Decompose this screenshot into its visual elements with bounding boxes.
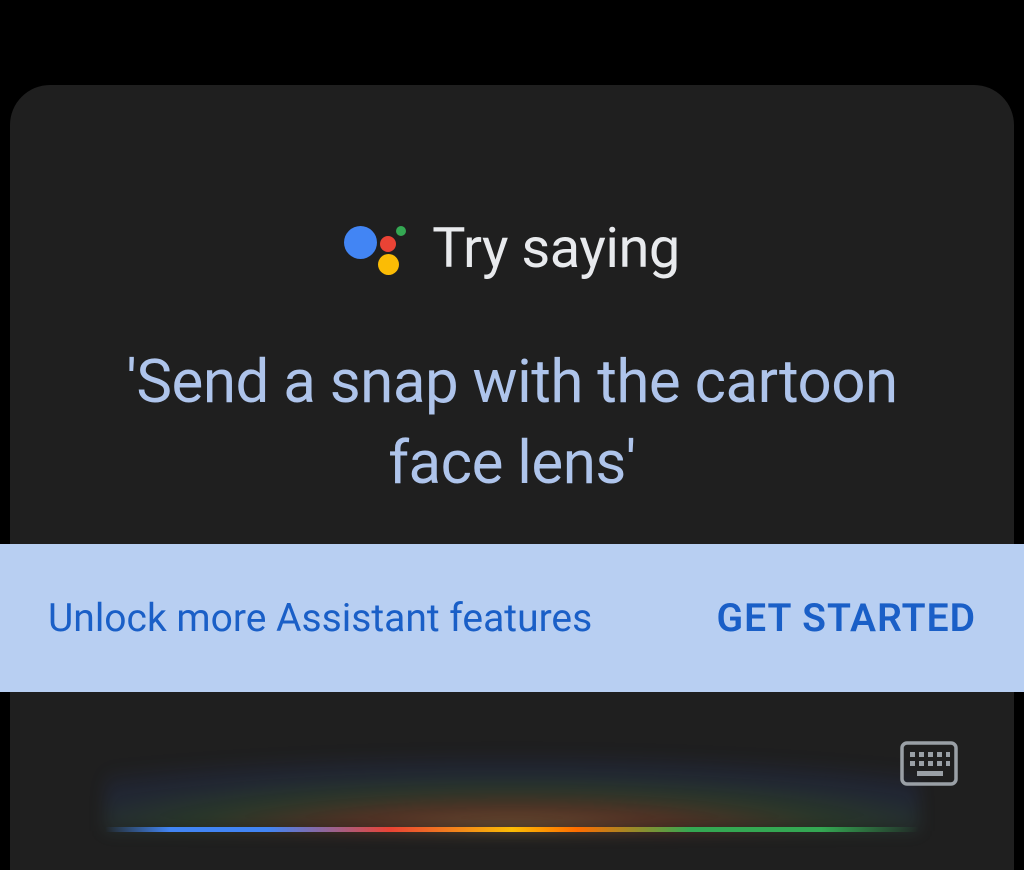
listening-indicator (105, 827, 919, 832)
bottom-input-area (0, 692, 1024, 870)
listening-glow (105, 731, 919, 831)
header-row: Try saying (10, 85, 1014, 281)
google-assistant-logo-icon (344, 220, 408, 276)
banner-message: Unlock more Assistant features (48, 595, 592, 641)
keyboard-input-icon[interactable] (900, 741, 958, 786)
get-started-button[interactable]: GET STARTED (717, 595, 977, 641)
voice-suggestion-text[interactable]: 'Send a snap with the cartoon face lens' (10, 281, 1014, 503)
unlock-features-banner: Unlock more Assistant features GET START… (0, 544, 1024, 692)
try-saying-title: Try saying (432, 215, 680, 281)
